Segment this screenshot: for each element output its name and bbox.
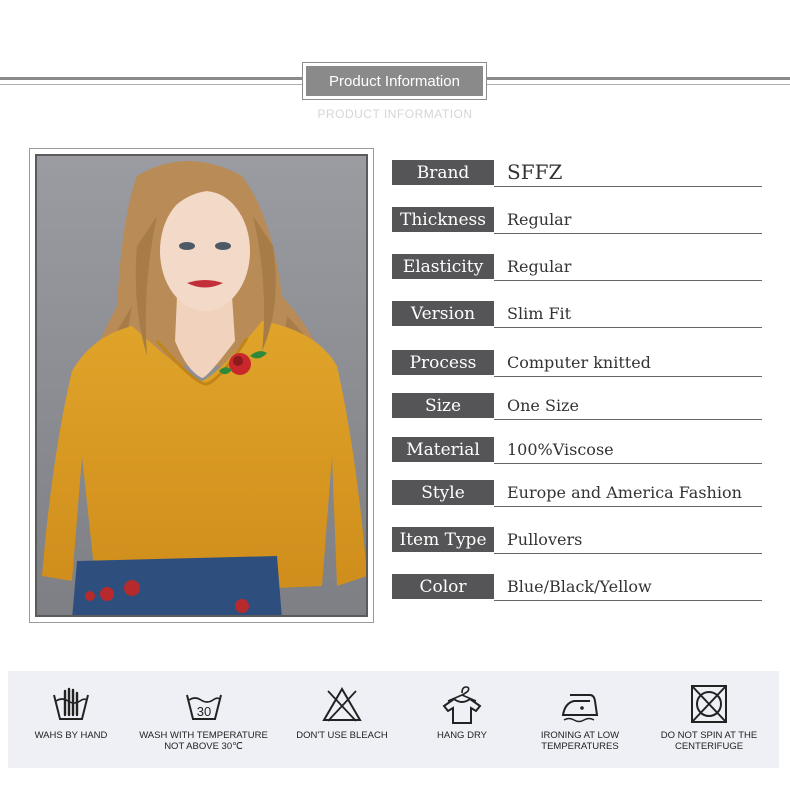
spec-label: Material: [392, 437, 494, 462]
care-label-line1: DO NOT SPIN AT THE: [660, 730, 758, 741]
care-label: WASH WITH TEMPERATURE NOT ABOVE 30℃: [136, 730, 271, 752]
header-title: Product Information: [306, 66, 483, 96]
spec-underline: [494, 553, 762, 554]
header-box: Product Information: [302, 62, 487, 100]
care-instructions-bar: WAHS BY HAND 30 WASH WITH TEMPERATURE NO…: [8, 671, 779, 768]
spec-value: SFFZ: [507, 160, 563, 184]
care-label-line1: IRONING AT LOW: [540, 730, 620, 741]
care-label: DO NOT SPIN AT THE CENTERIFUGE: [648, 730, 770, 752]
care-label-line1: DON'T USE BLEACH: [296, 730, 388, 741]
care-label-line2: CENTERIFUGE: [674, 741, 744, 752]
spec-label: Style: [392, 480, 494, 505]
spec-underline: [494, 600, 762, 601]
care-label-line2: TEMPERATURES: [541, 741, 619, 752]
spec-underline: [494, 376, 762, 377]
spec-value: Slim Fit: [507, 304, 572, 323]
spec-label: Version: [392, 301, 494, 326]
spec-label: Thickness: [392, 207, 494, 232]
no-spin-icon: [691, 685, 727, 723]
spec-label: Process: [392, 350, 494, 375]
care-item-hand-wash: WAHS BY HAND: [16, 671, 126, 768]
care-label-line1: WAHS BY HAND: [34, 730, 108, 741]
care-item-wash-30: 30 WASH WITH TEMPERATURE NOT ABOVE 30℃: [136, 671, 271, 768]
spec-value: One Size: [507, 396, 579, 415]
spec-underline: [494, 186, 762, 187]
spec-row-thickness: Thickness Regular: [392, 207, 762, 234]
spec-label: Color: [392, 574, 494, 599]
spec-underline: [494, 419, 762, 420]
care-label: HANG DRY: [408, 730, 516, 741]
spec-value: Regular: [507, 257, 572, 276]
spec-value: Pullovers: [507, 530, 583, 549]
model-photo-illustration: [37, 156, 366, 615]
care-label-line1: HANG DRY: [437, 730, 487, 741]
spec-underline: [494, 233, 762, 234]
spec-value: 100%Viscose: [507, 440, 614, 459]
spec-row-material: Material 100%Viscose: [392, 437, 762, 464]
spec-label: Size: [392, 393, 494, 418]
care-item-no-spin: DO NOT SPIN AT THE CENTERIFUGE: [648, 671, 770, 768]
wash-temp-badge: 30: [196, 704, 210, 719]
spec-underline: [494, 280, 762, 281]
care-label: DON'T USE BLEACH: [286, 730, 398, 741]
care-label: WAHS BY HAND: [16, 730, 126, 741]
hand-wash-icon: [53, 687, 89, 720]
care-item-hang-dry: HANG DRY: [408, 671, 516, 768]
spec-underline: [494, 506, 762, 507]
header-subtitle: PRODUCT INFORMATION: [317, 107, 473, 121]
product-photo: [35, 154, 368, 617]
spec-label: Brand: [392, 160, 494, 185]
wash-30-icon: 30: [185, 694, 222, 720]
header-rule-left: [0, 77, 302, 80]
spec-label: Elasticity: [392, 254, 494, 279]
iron-low-icon: [561, 694, 599, 723]
spec-row-item-type: Item Type Pullovers: [392, 527, 762, 554]
care-label: IRONING AT LOW TEMPERATURES: [526, 730, 634, 752]
spec-label: Item Type: [392, 527, 494, 552]
spec-value: Computer knitted: [507, 353, 651, 372]
care-label-line1: WASH WITH TEMPERATURE: [139, 730, 268, 741]
spec-row-size: Size One Size: [392, 393, 762, 420]
spec-value: Blue/Black/Yellow: [507, 577, 652, 596]
spec-row-version: Version Slim Fit: [392, 301, 762, 328]
care-item-iron-low: IRONING AT LOW TEMPERATURES: [526, 671, 634, 768]
care-label-line2: NOT ABOVE 30℃: [164, 741, 243, 752]
header-rule-right: [487, 77, 790, 80]
care-item-no-bleach: DON'T USE BLEACH: [286, 671, 398, 768]
hang-dry-icon: [442, 686, 482, 724]
spec-value: Regular: [507, 210, 572, 229]
spec-underline: [494, 327, 762, 328]
spec-row-process: Process Computer knitted: [392, 350, 762, 377]
header-rule-left-thin: [0, 84, 302, 85]
spec-row-brand: Brand SFFZ: [392, 160, 762, 187]
spec-row-elasticity: Elasticity Regular: [392, 254, 762, 281]
spec-row-style: Style Europe and America Fashion: [392, 480, 762, 507]
no-bleach-icon: [322, 687, 362, 722]
header-rule-right-thin: [487, 84, 790, 85]
spec-row-color: Color Blue/Black/Yellow: [392, 574, 762, 601]
product-photo-frame: [29, 148, 374, 623]
spec-underline: [494, 463, 762, 464]
spec-value: Europe and America Fashion: [507, 483, 742, 502]
